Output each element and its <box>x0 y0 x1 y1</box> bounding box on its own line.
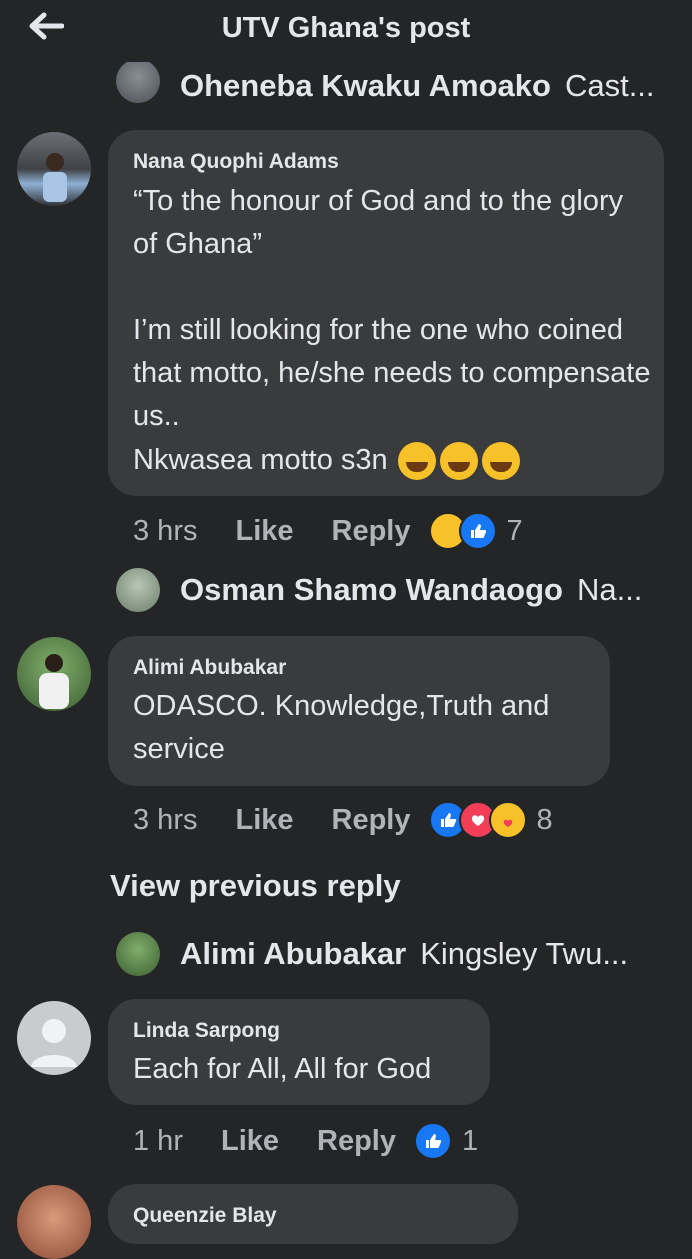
reply-snippet: Na... <box>576 572 643 607</box>
like-button[interactable]: Like <box>235 804 293 837</box>
comment-author-name[interactable]: Linda Sarpong <box>133 1019 280 1043</box>
comment-timestamp[interactable]: 1 hr <box>133 1125 183 1158</box>
comment-text: Each for All, All for God <box>133 1053 432 1085</box>
avatar[interactable] <box>17 637 91 711</box>
reply-author-name[interactable]: Oheneba Kwaku Amoako <box>180 68 551 104</box>
reaction-count[interactable]: 7 <box>507 515 523 548</box>
comment-actions: 1 hr Like Reply 1 <box>133 1121 478 1161</box>
reaction-count[interactable]: 1 <box>462 1125 478 1158</box>
person-icon <box>43 153 67 202</box>
comment-text: Nkwasea motto s3n <box>133 444 388 476</box>
comment-bubble: Queenzie Blay <box>108 1184 518 1244</box>
reply-snippet: Cast... <box>564 68 655 103</box>
comment-bubble: Nana Quophi Adams “To the honour of God … <box>108 130 664 496</box>
avatar[interactable] <box>116 568 160 612</box>
reply-author-name[interactable]: Osman Shamo Wandaogo <box>180 572 563 608</box>
default-profile-icon <box>31 1019 77 1067</box>
comment-bubble: Linda Sarpong Each for All, All for God <box>108 999 490 1105</box>
comment-timestamp[interactable]: 3 hrs <box>133 804 197 837</box>
reply-button[interactable]: Reply <box>332 804 411 837</box>
reply-preview[interactable]: Alimi Abubakar Kingsley Twu... <box>116 932 628 976</box>
avatar[interactable] <box>17 1185 91 1259</box>
comment-timestamp[interactable]: 3 hrs <box>133 515 197 548</box>
reply-preview[interactable]: Osman Shamo Wandaogo Na... <box>116 568 642 612</box>
avatar[interactable] <box>116 59 160 103</box>
comment-text: “To the honour of God and to the glory o… <box>133 185 651 432</box>
top-bar: UTV Ghana's post <box>0 0 692 62</box>
reaction-summary[interactable] <box>428 512 497 550</box>
comment-author-name[interactable]: Alimi Abubakar <box>133 656 286 680</box>
comment-author-name[interactable]: Queenzie Blay <box>133 1204 277 1228</box>
grinning-sweat-emoji <box>397 441 436 480</box>
avatar[interactable] <box>116 932 160 976</box>
view-previous-reply-link[interactable]: View previous reply <box>110 868 401 904</box>
avatar[interactable] <box>17 132 91 206</box>
care-icon <box>488 801 527 839</box>
grinning-sweat-emoji <box>481 441 520 480</box>
reaction-count[interactable]: 8 <box>537 804 553 837</box>
reaction-summary[interactable] <box>428 801 527 839</box>
reply-author-name[interactable]: Alimi Abubakar <box>180 936 406 972</box>
comment-author-name[interactable]: Nana Quophi Adams <box>133 150 339 174</box>
comment-text: ODASCO. Knowledge,Truth and service <box>133 690 558 765</box>
grinning-sweat-emoji <box>439 441 478 480</box>
like-button[interactable]: Like <box>235 515 293 548</box>
reply-snippet: Kingsley Twu... <box>420 936 629 971</box>
reaction-summary[interactable] <box>414 1122 452 1160</box>
reply-preview[interactable]: Oheneba Kwaku Amoako Cast... <box>116 59 655 104</box>
comment-actions: 3 hrs Like Reply 8 <box>133 800 553 840</box>
like-button[interactable]: Like <box>221 1125 279 1158</box>
comment-bubble: Alimi Abubakar ODASCO. Knowledge,Truth a… <box>108 636 610 786</box>
comment-actions: 3 hrs Like Reply 7 <box>133 511 523 551</box>
reply-button[interactable]: Reply <box>317 1125 396 1158</box>
person-icon <box>39 654 69 709</box>
page-title: UTV Ghana's post <box>221 12 471 44</box>
reply-button[interactable]: Reply <box>332 515 411 548</box>
avatar[interactable] <box>17 1001 91 1075</box>
like-icon <box>414 1122 452 1160</box>
like-icon <box>458 512 497 550</box>
